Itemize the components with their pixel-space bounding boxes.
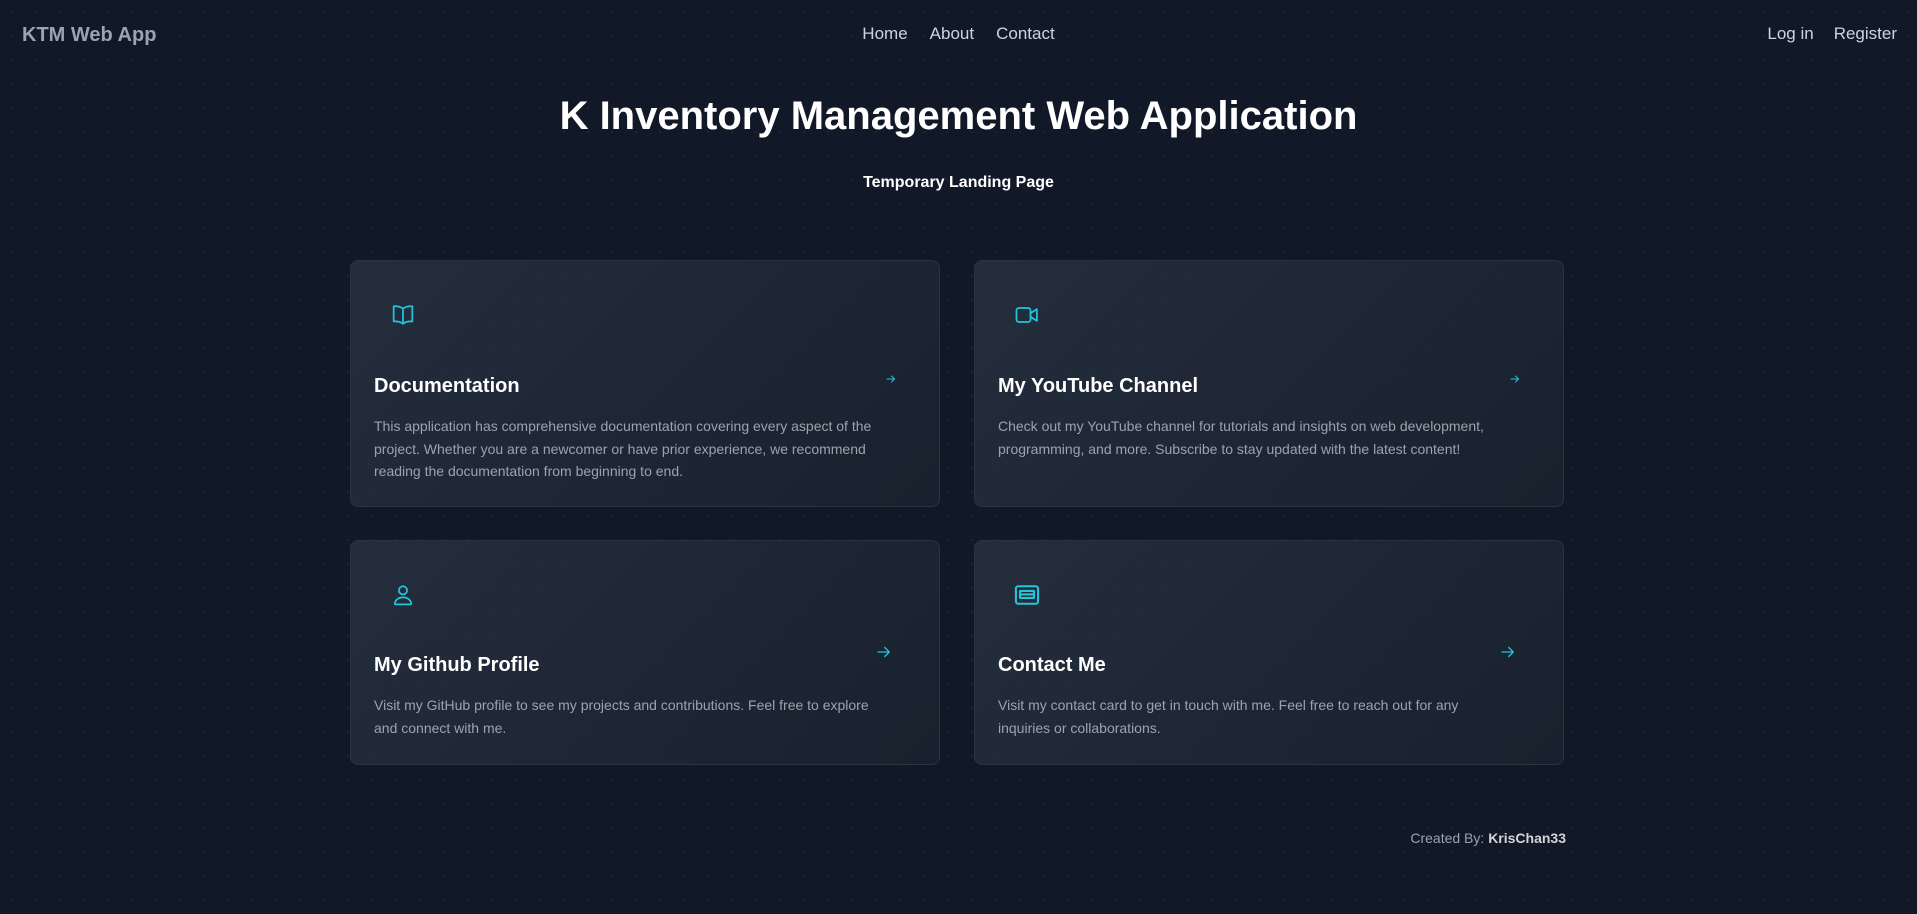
- nav-home-link[interactable]: Home: [862, 24, 907, 44]
- footer-label: Created By:: [1410, 830, 1485, 846]
- contact-card-icon: [1013, 581, 1041, 609]
- nav-contact-link[interactable]: Contact: [996, 24, 1055, 44]
- auth-nav: Log in Register: [1767, 24, 1897, 44]
- github-profile-card[interactable]: My Github Profile Visit my GitHub profil…: [350, 540, 940, 765]
- card-title: Documentation: [374, 375, 520, 397]
- documentation-card[interactable]: Documentation This application has compr…: [350, 260, 940, 507]
- arrow-right-icon: [1499, 643, 1517, 661]
- card-title: Contact Me: [998, 654, 1106, 676]
- card-title: My Github Profile: [374, 654, 540, 676]
- book-open-icon: [389, 301, 417, 329]
- footer-author-link[interactable]: KrisChan33: [1488, 830, 1566, 846]
- youtube-channel-card[interactable]: My YouTube Channel Check out my YouTube …: [974, 260, 1564, 507]
- card-description: Visit my contact card to get in touch wi…: [998, 697, 1459, 736]
- card-description: This application has comprehensive docum…: [374, 418, 872, 479]
- page-title: K Inventory Management Web Application: [559, 94, 1358, 138]
- login-link[interactable]: Log in: [1767, 24, 1813, 44]
- card-description: Visit my GitHub profile to see my projec…: [374, 697, 869, 736]
- arrow-right-icon: [875, 643, 893, 661]
- nav-about-link[interactable]: About: [930, 24, 974, 44]
- contact-me-card[interactable]: Contact Me Visit my contact card to get …: [974, 540, 1564, 765]
- video-camera-icon: [1013, 301, 1041, 329]
- arrow-right-icon: [1509, 373, 1521, 385]
- user-icon: [389, 581, 417, 609]
- page-subtitle: Temporary Landing Page: [863, 174, 1054, 191]
- register-link[interactable]: Register: [1834, 24, 1897, 44]
- card-title: My YouTube Channel: [998, 375, 1199, 397]
- arrow-right-icon: [885, 373, 897, 385]
- card-description: Check out my YouTube channel for tutoria…: [998, 418, 1484, 457]
- footer-credit: Created By: KrisChan33: [1410, 830, 1566, 846]
- main-nav: Home About Contact: [0, 24, 1917, 44]
